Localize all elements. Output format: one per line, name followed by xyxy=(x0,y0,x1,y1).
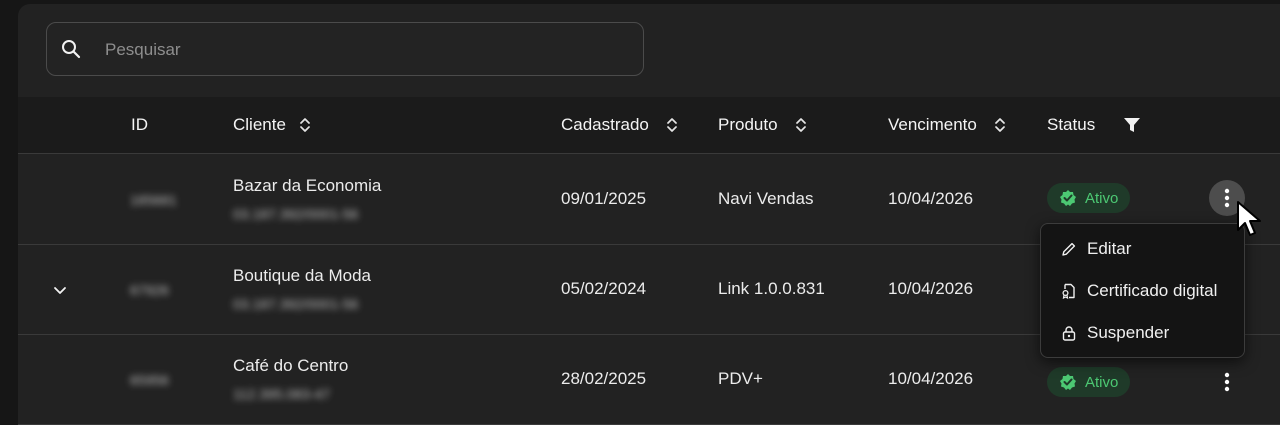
search-icon xyxy=(62,40,81,59)
due-date: 10/04/2026 xyxy=(888,279,974,298)
due-date: 10/04/2026 xyxy=(888,369,974,388)
sort-icon[interactable] xyxy=(993,116,1007,134)
search-input[interactable] xyxy=(103,35,627,65)
sort-icon[interactable] xyxy=(298,116,312,134)
menu-item-editar[interactable]: Editar xyxy=(1041,228,1246,270)
header-cliente[interactable]: Cliente xyxy=(233,97,312,153)
product: PDV+ xyxy=(718,369,763,388)
search-box[interactable] xyxy=(46,22,644,76)
client-document: 112.395.083-47 xyxy=(233,386,331,402)
verified-icon xyxy=(1060,190,1076,206)
menu-item-certificado-digital[interactable]: Certificado digital xyxy=(1041,270,1246,312)
menu-item-suspender[interactable]: Suspender xyxy=(1041,312,1246,354)
product: Navi Vendas xyxy=(718,189,814,208)
table-header: ID Cliente Cadastrado Produto Vencimento… xyxy=(18,97,1280,154)
status-badge: Ativo xyxy=(1047,367,1131,397)
header-id: ID xyxy=(131,115,148,134)
pencil-icon xyxy=(1062,242,1076,256)
header-vencimento[interactable]: Vencimento xyxy=(888,97,1007,153)
sort-icon[interactable] xyxy=(794,116,808,134)
registered-date: 09/01/2025 xyxy=(561,189,647,208)
chevron-down-icon[interactable] xyxy=(52,282,68,298)
header-cadastrado[interactable]: Cadastrado xyxy=(561,97,679,153)
certificate-icon xyxy=(1062,283,1075,299)
status-badge: Ativo xyxy=(1047,183,1131,213)
due-date: 10/04/2026 xyxy=(888,189,974,208)
client-id: 185681 xyxy=(130,192,177,208)
client-document: 03.187.392/0001-56 xyxy=(233,206,359,222)
verified-icon xyxy=(1060,374,1076,390)
mouse-cursor-icon xyxy=(1237,201,1261,236)
client-document: 03.187.392/0001-56 xyxy=(233,296,359,312)
client-id: 67926 xyxy=(130,282,169,298)
client-id: 65956 xyxy=(130,372,169,388)
client-name: Boutique da Moda xyxy=(233,266,371,285)
registered-date: 28/02/2025 xyxy=(561,369,647,388)
filter-icon[interactable] xyxy=(1123,116,1141,134)
header-produto[interactable]: Produto xyxy=(718,97,808,153)
sort-icon[interactable] xyxy=(665,116,679,134)
row-actions-menu: Editar Certificado digital Suspender xyxy=(1040,223,1245,358)
client-name: Bazar da Economia xyxy=(233,176,382,195)
header-status: Status xyxy=(1047,97,1141,153)
registered-date: 05/02/2024 xyxy=(561,279,647,298)
client-name: Café do Centro xyxy=(233,356,349,375)
lock-icon xyxy=(1062,326,1076,341)
more-vertical-icon xyxy=(1224,188,1230,208)
clients-panel: ID Cliente Cadastrado Produto Vencimento… xyxy=(18,4,1280,425)
more-vertical-icon xyxy=(1224,372,1230,392)
product: Link 1.0.0.831 xyxy=(718,279,825,298)
row-actions-button[interactable] xyxy=(1209,364,1245,400)
